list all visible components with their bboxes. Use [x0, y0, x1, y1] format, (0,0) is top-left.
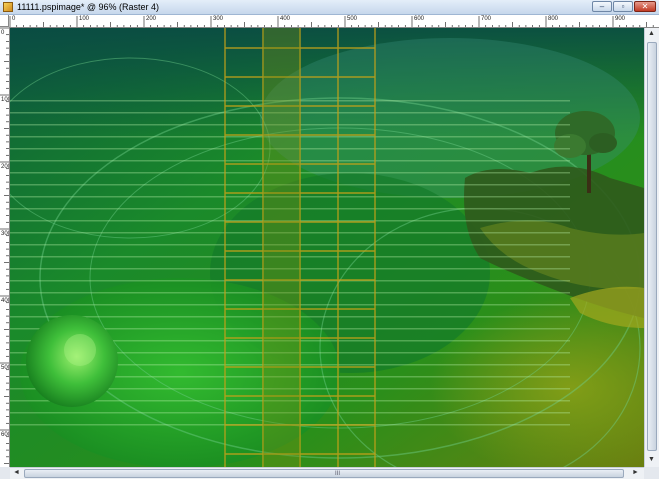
horizontal-ruler-label: 0	[12, 16, 16, 22]
vertical-ruler-label: 600	[1, 432, 9, 438]
horizontal-ruler-label: 400	[280, 16, 291, 22]
ruler-corner	[0, 15, 9, 27]
vertical-ruler-label: 100	[1, 97, 9, 103]
vertical-scrollbar[interactable]: ▲ ▼	[644, 28, 659, 467]
scroll-corner-left	[0, 467, 10, 479]
horizontal-ruler-label: 500	[347, 16, 358, 22]
vertical-ruler-label: 0	[1, 30, 5, 36]
vertical-ruler-label: 200	[1, 164, 9, 170]
scroll-up-arrow-icon[interactable]: ▲	[645, 28, 658, 40]
horizontal-ruler-label: 700	[481, 16, 492, 22]
document-icon	[3, 2, 13, 12]
title-bar[interactable]: 11111.pspimage* @ 96% (Raster 4) – ▫ ✕	[0, 0, 659, 15]
vertical-ruler-label: 500	[1, 365, 9, 371]
horizontal-ruler-label: 100	[79, 16, 90, 22]
artwork	[10, 28, 644, 467]
horizontal-ruler: 0 100 200 300 400 500 600 700 800 900	[9, 15, 659, 28]
vertical-ruler: 0 100 200 300 400 500 600	[0, 27, 10, 467]
close-button[interactable]: ✕	[634, 1, 656, 12]
minimize-button[interactable]: –	[592, 1, 612, 12]
scroll-right-arrow-icon[interactable]: ►	[629, 468, 642, 478]
vertical-ruler-label: 400	[1, 298, 9, 304]
image-window: 11111.pspimage* @ 96% (Raster 4) – ▫ ✕ 0…	[0, 0, 659, 479]
horizontal-ruler-label: 900	[615, 16, 626, 22]
horizontal-ruler-label: 800	[548, 16, 559, 22]
vertical-scroll-thumb[interactable]	[647, 42, 657, 451]
window-title: 11111.pspimage* @ 96% (Raster 4)	[17, 2, 160, 12]
horizontal-scrollbar[interactable]: ◄ III ►	[10, 467, 644, 479]
scroll-left-arrow-icon[interactable]: ◄	[10, 468, 23, 478]
vertical-ruler-label: 300	[1, 231, 9, 237]
horizontal-scroll-thumb[interactable]: III	[24, 469, 624, 478]
scroll-down-arrow-icon[interactable]: ▼	[645, 454, 658, 466]
horizontal-ruler-label: 600	[414, 16, 425, 22]
sphere-highlight	[64, 334, 96, 366]
maximize-button[interactable]: ▫	[613, 1, 633, 12]
horizontal-ruler-ticks	[9, 16, 654, 27]
horizontal-ruler-label: 300	[213, 16, 224, 22]
center-column-band	[263, 28, 300, 467]
vertical-ruler-ticks	[0, 27, 9, 464]
horizontal-ruler-label: 200	[146, 16, 157, 22]
resize-grip[interactable]	[644, 467, 659, 479]
scroll-grip-icon: III	[335, 471, 341, 477]
image-canvas[interactable]	[10, 28, 644, 467]
